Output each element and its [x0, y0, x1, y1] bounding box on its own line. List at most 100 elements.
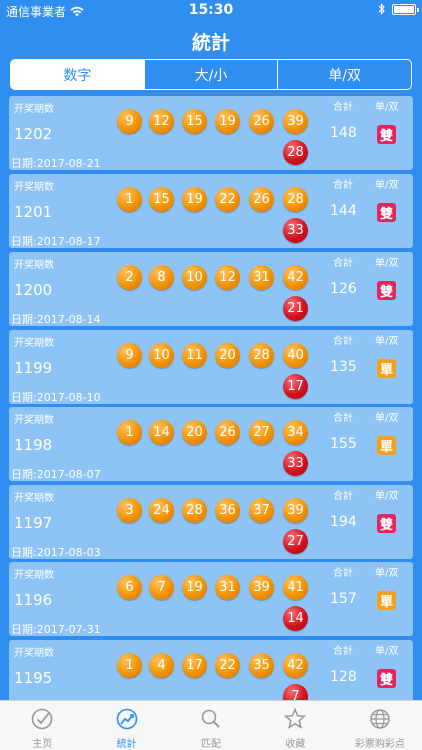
lottery-ball: 19 [182, 575, 207, 600]
tab-match[interactable]: 匹配 [169, 701, 253, 750]
lottery-ball: 26 [215, 420, 240, 445]
lottery-ball: 20 [182, 420, 207, 445]
sum-value: 135 [330, 359, 357, 375]
period-number: 1198 [14, 436, 53, 454]
sum-label: 合計 [333, 491, 353, 502]
lottery-ball: 1 [117, 187, 142, 212]
lottery-ball: 31 [249, 265, 274, 290]
lottery-ball: 1 [117, 653, 142, 678]
draw-card[interactable]: 开奖期数 1200 日期:2017-08-14 2 8 10 12 31 42 21 合計 126 单/… [9, 252, 413, 326]
draw-date: 日期:2017-07-31 [11, 621, 101, 637]
odd-even-badge: 雙 [377, 203, 396, 222]
status-bar: 通信事業者 15:30 [0, 0, 422, 22]
draw-card[interactable]: 开奖期数 1198 日期:2017-08-07 1 14 20 26 27 34 33 合計 155 单… [9, 407, 413, 481]
tab-home-label: 主页 [32, 739, 53, 750]
battery-icon [392, 3, 419, 15]
globe-icon [370, 709, 390, 729]
draw-card[interactable]: 开奖期数 1201 日期:2017-08-17 1 15 19 22 26 28 33 合計 144 单… [9, 174, 413, 248]
lottery-ball: 40 [283, 343, 308, 368]
draw-card[interactable]: 开奖期数1195日期:14172235427合計128单/双雙 [9, 640, 413, 700]
odd-even-badge: 單 [377, 591, 396, 610]
tab-lottery-points-label: 彩票购彩点 [354, 739, 405, 750]
date-prefix: 日期: [11, 468, 37, 481]
lottery-ball: 34 [283, 420, 308, 445]
odd-even-label: 单/双 [375, 491, 399, 502]
lottery-ball: 10 [149, 343, 174, 368]
lottery-ball: 1 [117, 420, 142, 445]
segmented-control: 数字 大/小 单/双 [10, 59, 412, 90]
lottery-ball: 36 [215, 498, 240, 523]
tab-stats[interactable]: 統計 [84, 701, 168, 750]
trend-chart-icon [116, 708, 137, 730]
date-prefix: 日期: [11, 235, 37, 248]
lottery-ball: 28 [182, 498, 207, 523]
date-value: 2017-08-21 [36, 157, 101, 170]
draw-list[interactable]: 开奖期数 1202 日期:2017-08-21 9 12 15 19 26 39 28 合計 148 单… [0, 96, 422, 700]
special-ball: 33 [283, 451, 308, 476]
segment-number[interactable]: 数字 [11, 60, 144, 89]
segment-big-small[interactable]: 大/小 [143, 60, 278, 89]
period-number: 1200 [14, 281, 53, 299]
lottery-ball: 22 [215, 653, 240, 678]
odd-even-label: 单/双 [375, 102, 399, 113]
period-label: 开奖期数 [14, 104, 54, 115]
draw-card[interactable]: 开奖期数 1197 日期:2017-08-03 3 24 28 36 37 39 27 合計 194 单… [9, 485, 413, 559]
draw-date: 日期:2017-08-03 [11, 544, 101, 560]
period-label: 开奖期数 [14, 182, 54, 193]
date-prefix: 日期: [11, 623, 37, 636]
sum-label: 合計 [333, 102, 353, 113]
lottery-ball: 39 [283, 498, 308, 523]
search-icon [201, 709, 220, 728]
lottery-ball: 26 [249, 187, 274, 212]
draw-card[interactable]: 开奖期数 1196 日期:2017-07-31 6 7 19 31 39 41 14 合計 157 单/… [9, 562, 413, 636]
period-number: 1195 [14, 669, 53, 687]
odd-even-badge: 雙 [377, 281, 396, 300]
lottery-ball: 14 [149, 420, 174, 445]
page-title: 統計 [191, 32, 230, 54]
lottery-ball: 42 [283, 653, 308, 678]
draw-date: 日期:2017-08-21 [11, 155, 101, 171]
lottery-ball: 37 [249, 498, 274, 523]
segment-odd-even[interactable]: 单/双 [277, 60, 411, 89]
date-prefix: 日期: [11, 546, 37, 559]
date-value: 2017-08-07 [36, 468, 101, 481]
draw-card[interactable]: 开奖期数 1199 日期:2017-08-10 9 10 11 20 28 40 17 合計 135 单… [9, 330, 413, 404]
sum-value: 126 [330, 281, 357, 297]
draw-card[interactable]: 开奖期数 1202 日期:2017-08-21 9 12 15 19 26 39 28 合計 148 单… [9, 96, 413, 170]
odd-even-badge: 雙 [377, 125, 396, 144]
special-ball: 27 [283, 529, 308, 554]
check-circle-icon [31, 708, 53, 730]
odd-even-label: 单/双 [375, 180, 399, 191]
tab-lottery-points[interactable]: 彩票购彩点 [338, 701, 422, 750]
lottery-ball: 6 [117, 575, 142, 600]
lottery-ball: 15 [182, 109, 207, 134]
odd-even-badge: 單 [377, 359, 396, 378]
lottery-ball: 20 [215, 343, 240, 368]
lottery-ball: 35 [249, 653, 274, 678]
period-number: 1201 [14, 203, 53, 221]
period-number: 1196 [14, 591, 53, 609]
odd-even-label: 单/双 [375, 568, 399, 579]
special-ball: 17 [283, 374, 308, 399]
tab-home[interactable]: 主页 [0, 701, 84, 750]
odd-even-badge: 單 [377, 436, 396, 455]
lottery-ball: 7 [149, 575, 174, 600]
sum-value: 157 [330, 591, 357, 607]
lottery-ball: 39 [249, 575, 274, 600]
lottery-ball: 27 [249, 420, 274, 445]
lottery-ball: 9 [117, 343, 142, 368]
lottery-ball: 3 [117, 498, 142, 523]
period-label: 开奖期数 [14, 260, 54, 271]
lottery-ball: 24 [149, 498, 174, 523]
date-value: 2017-08-17 [36, 235, 101, 248]
tab-favorites[interactable]: 收藏 [253, 701, 337, 750]
odd-even-label: 单/双 [375, 646, 399, 657]
date-value: 2017-08-10 [36, 391, 101, 404]
lottery-ball: 39 [283, 109, 308, 134]
odd-even-label: 单/双 [375, 413, 399, 424]
lottery-ball: 15 [149, 187, 174, 212]
bluetooth-icon [378, 3, 385, 15]
lottery-ball: 19 [215, 109, 240, 134]
lottery-ball: 12 [149, 109, 174, 134]
sum-label: 合計 [333, 180, 353, 191]
